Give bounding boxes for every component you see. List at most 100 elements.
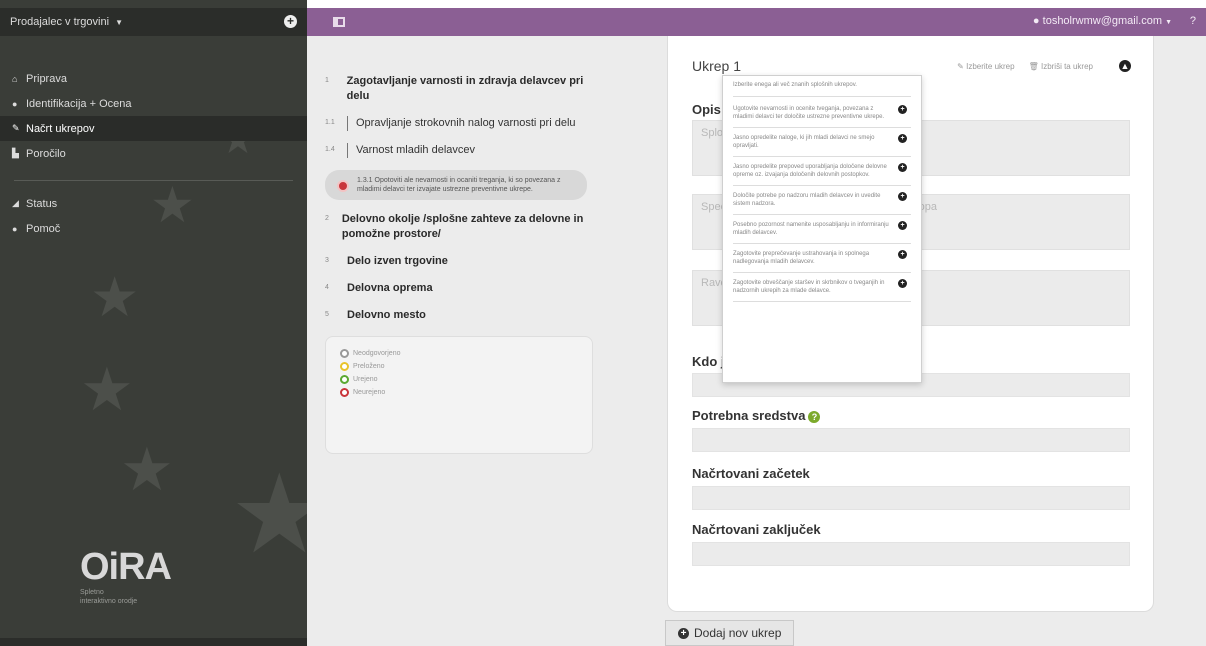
status-legend: Neodgovorjeno Preloženo Urejeno Neurejen… [325, 336, 593, 454]
plus-icon[interactable]: + [898, 192, 907, 201]
select-measure-label: Izberite ukrep [966, 62, 1015, 71]
sidebar-item-pomoc[interactable]: ● Pomoč [0, 216, 307, 241]
collapse-icon[interactable]: ▲ [1119, 60, 1131, 72]
sidebar-item-identifikacija[interactable]: ● Identifikacija + Ocena [0, 91, 307, 116]
sidebar-divider [14, 180, 293, 181]
planned-end-input[interactable] [692, 542, 1130, 566]
caret-down-icon: ▼ [115, 17, 123, 27]
delete-measure-button[interactable]: 🗑 Izbriši ta ukrep [1029, 62, 1093, 71]
sidebar-item-label: Načrt ukrepov [26, 122, 95, 135]
tree-item[interactable]: 5 Delovno mesto [325, 308, 605, 323]
tree-item-number: 1 [325, 77, 329, 84]
tree-current-item[interactable]: 1.3.1 Opotoviti ale nevarnosti in ocanit… [325, 170, 587, 200]
add-measure-button[interactable]: + Dodaj nov ukrep [665, 620, 795, 646]
sidebar: Prodajalec v trgovini ▼ + ★ ★ ★ ★ ★ ★ ⌂ … [0, 0, 307, 646]
legend-label: Preloženo [353, 363, 385, 370]
sidebar-item-label: Poročilo [26, 147, 66, 160]
tree-item-number: 5 [325, 311, 329, 318]
tree-item[interactable]: 1 Zagotavljanje varnosti in zdravja dela… [325, 74, 605, 104]
legend-item: Urejeno [340, 375, 578, 384]
sidebar-item-nacrt-ukrepov[interactable]: ✎ Načrt ukrepov [0, 116, 307, 141]
sidebar-toggle-icon[interactable] [333, 17, 345, 27]
dropdown-option-label: Zagotovite preprečevanje ustrahovanja in… [733, 251, 870, 265]
measure-title: Ukrep 1 [692, 58, 742, 74]
dropdown-option[interactable]: Jasno opredelite naloge, ki jih mladi de… [733, 134, 911, 157]
star-decoration-icon: ★ [230, 453, 307, 576]
sector-dropdown[interactable]: Prodajalec v trgovini ▼ + [0, 8, 307, 36]
tree-item-label: Opravljanje strokovnih nalog varnosti pr… [347, 116, 576, 131]
tree-current-label: 1.3.1 Opotoviti ale nevarnosti in ocanit… [357, 177, 561, 193]
star-decoration-icon: ★ [120, 436, 174, 503]
sidebar-item-porocilo[interactable]: ▙ Poročilo [0, 141, 307, 166]
tree-item-number: 2 [325, 215, 329, 222]
measure-actions: ✎ Izberite ukrep 🗑 Izbriši ta ukrep [957, 62, 1093, 71]
dropdown-option-label: Določite potrebe po nadzoru mladih delav… [733, 193, 881, 207]
dropdown-option[interactable]: Posebno pozornost namenite usposabljanju… [733, 221, 911, 244]
module-tree: 1 Zagotavljanje varnosti in zdravja dela… [325, 74, 605, 335]
add-measure-label: Dodaj nov ukrep [694, 626, 782, 640]
sidebar-nav: ⌂ Priprava ● Identifikacija + Ocena ✎ Na… [0, 66, 307, 241]
eye-icon: ● [12, 98, 18, 109]
tree-item-label: Delovno okolje /splošne zahteve za delov… [341, 213, 584, 240]
user-menu[interactable]: ● tosholrwmw@gmail.com ▼ [1033, 15, 1172, 27]
tree-item[interactable]: 2 Delovno okolje /splošne zahteve za del… [325, 212, 605, 242]
help-button[interactable]: ? [1190, 15, 1196, 27]
legend-dot-icon [340, 375, 349, 384]
sidebar-footer [0, 638, 307, 646]
home-icon: ⌂ [12, 73, 18, 84]
planned-start-label: Načrtovani začetek [692, 466, 810, 481]
plus-icon[interactable]: + [898, 105, 907, 114]
legend-label: Neodgovorjeno [353, 350, 401, 357]
tree-item-label: Varnost mladih delavcev [347, 143, 475, 158]
tree-item[interactable]: 1.1 Opravljanje strokovnih nalog varnost… [325, 116, 605, 131]
tree-item-number: 4 [325, 284, 329, 291]
star-decoration-icon: ★ [90, 266, 140, 328]
plus-icon[interactable]: + [898, 163, 907, 172]
tree-item-label: Delovno mesto [347, 309, 426, 321]
opis-label-text: Opis [692, 102, 721, 117]
tree-item[interactable]: 4 Delovna oprema [325, 281, 605, 296]
dropdown-option-label: Zagotovite obveščanje staršev in skrbnik… [733, 280, 885, 294]
risk-status-icon [337, 180, 349, 192]
dropdown-option-label: Posebno pozornost namenite usposabljanju… [733, 222, 889, 236]
chart-icon: ◢ [12, 198, 19, 208]
dropdown-option[interactable]: Zagotovite obveščanje staršev in skrbnik… [733, 279, 911, 302]
budget-input[interactable] [692, 428, 1130, 452]
legend-item: Neurejeno [340, 388, 578, 397]
tree-item-number: 1.1 [325, 119, 335, 126]
oira-logo: OiRA [80, 546, 172, 588]
legend-label: Urejeno [353, 376, 378, 383]
legend-item: Preloženo [340, 362, 578, 371]
sector-dropdown-label: Prodajalec v trgovini [10, 16, 110, 28]
legend-label: Neurejeno [353, 389, 386, 396]
planned-start-input[interactable] [692, 486, 1130, 510]
plus-icon[interactable]: + [898, 221, 907, 230]
budget-label: Potrebna sredstva? [692, 408, 821, 423]
dropdown-option[interactable]: Ugotovite nevarnosti in ocenite tveganja… [733, 105, 911, 128]
plus-icon[interactable]: + [898, 250, 907, 259]
dropdown-option-label: Ugotovite nevarnosti in ocenite tveganja… [733, 106, 885, 120]
help-icon[interactable]: ? [808, 410, 821, 423]
legend-dot-icon [340, 362, 349, 371]
user-email: tosholrwmw@gmail.com [1042, 15, 1162, 27]
help-icon: ● [12, 223, 18, 234]
sidebar-item-label: Pomoč [26, 222, 61, 235]
user-icon: ● [1032, 15, 1040, 27]
tree-item[interactable]: 1.4 Varnost mladih delavcev [325, 143, 605, 158]
dropdown-option[interactable]: Zagotovite preprečevanje ustrahovanja in… [733, 250, 911, 273]
plus-icon[interactable]: + [898, 134, 907, 143]
sidebar-item-priprava[interactable]: ⌂ Priprava [0, 66, 307, 91]
tree-item[interactable]: 3 Delo izven trgovine [325, 254, 605, 269]
sidebar-item-label: Identifikacija + Ocena [26, 97, 132, 110]
sidebar-item-status[interactable]: ◢ Status [0, 191, 307, 216]
dropdown-option[interactable]: Jasno opredelite prepoved uporabljanja d… [733, 163, 911, 186]
module-tree-panel: 1 Zagotavljanje varnosti in zdravja dela… [307, 36, 637, 646]
plus-icon[interactable]: + [284, 15, 297, 28]
tree-item-number: 3 [325, 257, 329, 264]
select-measure-button[interactable]: ✎ Izberite ukrep [957, 62, 1014, 71]
plus-icon[interactable]: + [898, 279, 907, 288]
caret-down-icon: ▼ [1165, 19, 1172, 26]
measure-select-dropdown: Izberite enega ali več znanih splošnih u… [722, 75, 922, 383]
dropdown-option-label: Jasno opredelite prepoved uporabljanja d… [733, 164, 887, 178]
dropdown-option[interactable]: Določite potrebe po nadzoru mladih delav… [733, 192, 911, 215]
